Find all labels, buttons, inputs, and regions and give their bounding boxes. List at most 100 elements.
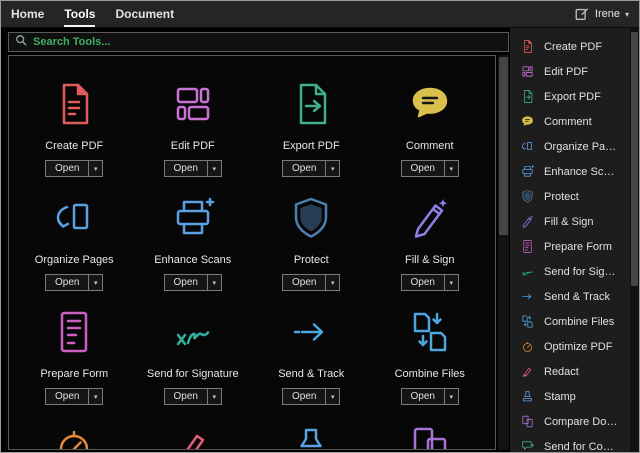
open-dropdown-caret[interactable]: ▾ xyxy=(207,161,221,176)
open-dropdown-caret[interactable]: ▾ xyxy=(325,161,339,176)
create-pdf-icon xyxy=(520,39,535,54)
sidebar-item-combine-files[interactable]: Combine Files xyxy=(510,309,630,334)
send-track-icon xyxy=(520,289,535,304)
content-area: Create PDF Open ▾ Edit PDF Open ▾ Export… xyxy=(1,28,639,452)
sidebar-item-send-for-signature[interactable]: Send for Signature xyxy=(510,259,630,284)
sidebar-item-protect[interactable]: Protect xyxy=(510,184,630,209)
sidebar-item-send-for-comme[interactable]: Send for Comme... xyxy=(510,434,630,452)
protect-icon xyxy=(287,194,335,242)
open-dropdown-caret[interactable]: ▾ xyxy=(88,389,102,404)
sidebar-item-edit-pdf[interactable]: Edit PDF xyxy=(510,59,630,84)
open-button-enhance-scans[interactable]: Open ▾ xyxy=(164,274,222,291)
sidebar-item-label: Protect xyxy=(544,191,579,203)
fill-sign-icon xyxy=(406,194,454,242)
create-pdf-icon xyxy=(50,80,98,128)
tab-document[interactable]: Document xyxy=(115,1,174,27)
open-dropdown-caret[interactable]: ▾ xyxy=(207,389,221,404)
open-dropdown-caret[interactable]: ▾ xyxy=(444,275,458,290)
open-button-export-pdf[interactable]: Open ▾ xyxy=(282,160,340,177)
sidebar-item-label: Redact xyxy=(544,366,579,378)
send-track-icon xyxy=(287,308,335,356)
optimize-pdf-icon xyxy=(520,339,535,354)
tool-tile-label: Enhance Scans xyxy=(154,254,231,266)
open-dropdown-caret[interactable]: ▾ xyxy=(444,389,458,404)
open-dropdown-caret[interactable]: ▾ xyxy=(88,161,102,176)
tool-tile-export-pdf: Export PDF Open ▾ xyxy=(254,80,369,177)
sidebar-item-prepare-form[interactable]: Prepare Form xyxy=(510,234,630,259)
sidebar-item-label: Export PDF xyxy=(544,91,601,103)
user-menu[interactable]: Irene ▾ xyxy=(574,6,629,22)
combine-files-icon xyxy=(406,308,454,356)
send-signature-icon xyxy=(169,308,217,356)
open-button-edit-pdf[interactable]: Open ▾ xyxy=(164,160,222,177)
sidebar-list: Create PDF Edit PDF Export PDF Comment O… xyxy=(510,34,630,452)
sidebar-item-redact[interactable]: Redact xyxy=(510,359,630,384)
open-button-label: Open xyxy=(46,389,88,404)
sidebar-item-export-pdf[interactable]: Export PDF xyxy=(510,84,630,109)
sidebar-item-fill-sign[interactable]: Fill & Sign xyxy=(510,209,630,234)
open-button-organize-pages[interactable]: Open ▾ xyxy=(45,274,103,291)
prepare-form-icon xyxy=(520,239,535,254)
tools-scrollbar[interactable] xyxy=(498,55,509,450)
tab-tools[interactable]: Tools xyxy=(64,1,95,27)
sidebar-item-create-pdf[interactable]: Create PDF xyxy=(510,34,630,59)
open-button-comment[interactable]: Open ▾ xyxy=(401,160,459,177)
sidebar-item-comment[interactable]: Comment xyxy=(510,109,630,134)
send-signature-icon xyxy=(520,264,535,279)
open-dropdown-caret[interactable]: ▾ xyxy=(325,389,339,404)
sidebar-item-organize-pages[interactable]: Organize Pages xyxy=(510,134,630,159)
open-dropdown-caret[interactable]: ▾ xyxy=(444,161,458,176)
tool-tile-stamp: Stamp Open ▾ xyxy=(254,422,369,450)
tool-tile-create-pdf: Create PDF Open ▾ xyxy=(17,80,132,177)
open-dropdown-caret[interactable]: ▾ xyxy=(325,275,339,290)
sidebar-item-label: Optimize PDF xyxy=(544,341,612,353)
organize-pages-icon xyxy=(50,194,98,242)
open-button-create-pdf[interactable]: Open ▾ xyxy=(45,160,103,177)
tools-scrollbar-thumb[interactable] xyxy=(499,57,508,235)
search-bar xyxy=(8,32,509,52)
enhance-scans-icon xyxy=(520,164,535,179)
tool-tile-enhance-scans: Enhance Scans Open ▾ xyxy=(136,194,251,291)
sidebar-scrollbar-thumb[interactable] xyxy=(631,32,638,286)
sidebar-item-label: Stamp xyxy=(544,391,576,403)
tool-tile-label: Send & Track xyxy=(278,368,344,380)
fill-sign-icon xyxy=(520,214,535,229)
tool-tile-label: Protect xyxy=(294,254,329,266)
sidebar-scrollbar[interactable] xyxy=(630,28,639,452)
open-dropdown-caret[interactable]: ▾ xyxy=(207,275,221,290)
open-button-send-for-signature[interactable]: Open ▾ xyxy=(164,388,222,405)
search-input[interactable] xyxy=(33,36,502,48)
open-button-send-track[interactable]: Open ▾ xyxy=(282,388,340,405)
tool-tile-label: Edit PDF xyxy=(171,140,215,152)
tab-home[interactable]: Home xyxy=(11,1,44,27)
combine-files-icon xyxy=(520,314,535,329)
sidebar-item-label: Send for Comme... xyxy=(544,441,620,453)
sidebar-item-compare-docum[interactable]: Compare Docum... xyxy=(510,409,630,434)
search-icon xyxy=(15,33,27,51)
open-button-fill-sign[interactable]: Open ▾ xyxy=(401,274,459,291)
main-tabs: Home Tools Document xyxy=(11,1,174,27)
edit-pdf-icon xyxy=(169,80,217,128)
sidebar-item-send-track[interactable]: Send & Track xyxy=(510,284,630,309)
enhance-scans-icon xyxy=(169,194,217,242)
sidebar-item-optimize-pdf[interactable]: Optimize PDF xyxy=(510,334,630,359)
prepare-form-icon xyxy=(50,308,98,356)
tool-tile-label: Combine Files xyxy=(395,368,465,380)
open-dropdown-caret[interactable]: ▾ xyxy=(88,275,102,290)
tool-tile-combine-files: Combine Files Open ▾ xyxy=(373,308,488,405)
open-button-prepare-form[interactable]: Open ▾ xyxy=(45,388,103,405)
tools-center: Create PDF Open ▾ Edit PDF Open ▾ Export… xyxy=(1,28,509,452)
tool-tile-label: Create PDF xyxy=(45,140,103,152)
sidebar-item-enhance-scans[interactable]: Enhance Scans xyxy=(510,159,630,184)
redact-icon xyxy=(520,364,535,379)
tool-tile-prepare-form: Prepare Form Open ▾ xyxy=(17,308,132,405)
tool-tile-protect: Protect Open ▾ xyxy=(254,194,369,291)
comment-icon xyxy=(406,80,454,128)
sidebar-item-stamp[interactable]: Stamp xyxy=(510,384,630,409)
tool-tile-send-track: Send & Track Open ▾ xyxy=(254,308,369,405)
tool-tile-label: Prepare Form xyxy=(40,368,108,380)
tool-tile-redact: Redact Open ▾ xyxy=(136,422,251,450)
open-button-combine-files[interactable]: Open ▾ xyxy=(401,388,459,405)
export-pdf-icon xyxy=(287,80,335,128)
open-button-protect[interactable]: Open ▾ xyxy=(282,274,340,291)
